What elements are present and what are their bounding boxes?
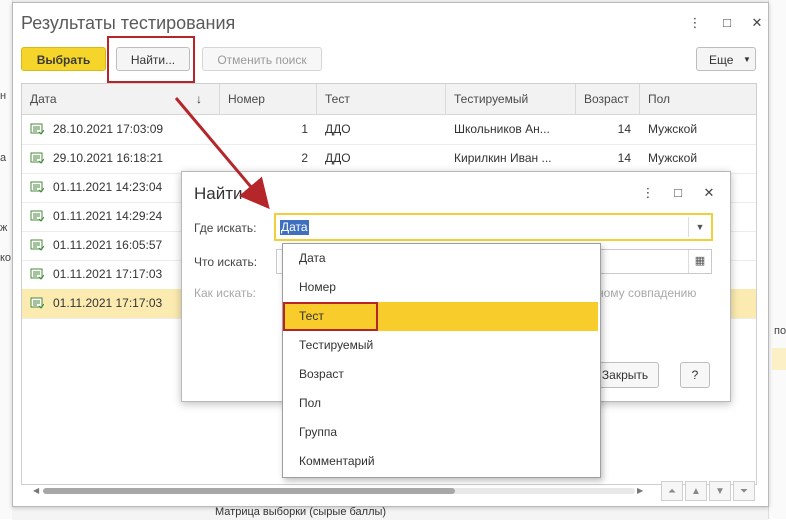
where-combobox[interactable]: Дата ▼	[274, 213, 713, 241]
cell-test: ДДО	[325, 122, 351, 136]
dropdown-item[interactable]: Комментарий	[283, 447, 598, 476]
background-fragment: а	[0, 152, 7, 164]
table-row[interactable]: 29.10.2021 16:18:21 2 ДДО Кирилкин Иван …	[22, 144, 756, 174]
how-option[interactable]: ному совпадению	[597, 286, 696, 300]
dialog-title: Найти	[194, 184, 243, 203]
calendar-icon[interactable]: ▦	[688, 250, 711, 273]
dropdown-item[interactable]: Возраст	[283, 360, 598, 389]
column-header-person[interactable]: Тестируемый	[446, 84, 576, 114]
cell-gender: Мужской	[648, 122, 698, 136]
dropdown-item[interactable]: Тестируемый	[283, 331, 598, 360]
background-bottom-bar	[12, 505, 768, 520]
first-page-icon[interactable]: ⏶	[661, 481, 683, 501]
chevron-down-icon: ▼	[743, 55, 751, 64]
close-button[interactable]: Закрыть	[591, 362, 659, 388]
cell-number: 2	[301, 151, 308, 165]
table-row[interactable]: 28.10.2021 17:03:09 1 ДДО Школьников Ан.…	[22, 115, 756, 145]
column-header-gender[interactable]: Пол	[640, 84, 756, 114]
background-fragment: н	[0, 90, 7, 102]
more-button[interactable]: Еще ▼	[696, 47, 756, 71]
annotation-box-find-button	[107, 36, 195, 83]
page-up-icon[interactable]: ▲	[685, 481, 707, 501]
cell-date: 01.11.2021 14:29:24	[53, 209, 163, 223]
more-actions-icon[interactable]: ⋮	[687, 15, 703, 31]
column-header-number[interactable]: Номер	[220, 84, 317, 114]
document-icon	[30, 123, 44, 135]
what-label: Что искать:	[194, 255, 258, 269]
cell-date: 28.10.2021 17:03:09	[53, 122, 164, 136]
chevron-down-icon[interactable]: ▼	[688, 217, 711, 237]
cell-date: 01.11.2021 14:23:04	[53, 180, 163, 194]
column-header-age[interactable]: Возраст	[576, 84, 640, 114]
cell-age: 14	[617, 122, 631, 136]
page-down-icon[interactable]: ▼	[709, 481, 731, 501]
cancel-search-button[interactable]: Отменить поиск	[202, 47, 322, 71]
document-icon	[30, 181, 44, 193]
table-header: Дата ↓ Номер Тест Тестируемый Возраст По…	[22, 84, 756, 115]
maximize-icon[interactable]: □	[719, 15, 735, 31]
cell-date: 01.11.2021 17:17:03	[53, 267, 163, 281]
help-button[interactable]: ?	[680, 362, 710, 388]
background-fragment: пол	[774, 325, 786, 337]
dropdown-item[interactable]: Дата	[283, 244, 598, 273]
cell-person: Кирилкин Иван ...	[454, 151, 552, 165]
scroll-right-icon[interactable]: ▶	[637, 487, 643, 495]
cell-age: 14	[617, 151, 631, 165]
background-fragment: ж	[0, 222, 8, 234]
last-page-icon[interactable]: ⏷	[733, 481, 755, 501]
cell-gender: Мужской	[648, 151, 698, 165]
background-right-panel	[768, 0, 786, 519]
where-label: Где искать:	[194, 221, 257, 235]
background-selected-row	[772, 348, 786, 370]
cell-date: 01.11.2021 16:05:57	[53, 238, 163, 252]
document-icon	[30, 297, 44, 309]
window-title: Результаты тестирования	[21, 13, 236, 33]
annotation-box-test-item	[283, 302, 378, 331]
horizontal-scrollbar[interactable]: ◀ ▶	[33, 487, 645, 495]
column-header-date[interactable]: Дата	[22, 84, 220, 114]
how-label: Как искать:	[194, 286, 256, 300]
close-icon[interactable]: ✕	[749, 15, 765, 31]
dropdown-item[interactable]: Группа	[283, 418, 598, 447]
document-icon	[30, 210, 44, 222]
dropdown-item[interactable]: Номер	[283, 273, 598, 302]
sort-down-icon: ↓	[196, 92, 202, 106]
scrollbar-thumb[interactable]	[43, 488, 455, 494]
cell-test: ДДО	[325, 151, 351, 165]
cell-number: 1	[301, 122, 308, 136]
dialog-close-icon[interactable]: ✕	[701, 185, 717, 201]
more-button-label: Еще	[709, 53, 734, 67]
background-bottom-text: Матрица выборки (сырые баллы)	[215, 506, 387, 518]
dialog-more-icon[interactable]: ⋮	[640, 185, 656, 201]
dialog-maximize-icon[interactable]: □	[670, 185, 686, 201]
cell-date: 29.10.2021 16:18:21	[53, 151, 164, 165]
document-icon	[30, 268, 44, 280]
field-dropdown: Дата Номер Тест Тестируемый Возраст Пол …	[282, 243, 601, 478]
scroll-left-icon[interactable]: ◀	[33, 487, 39, 495]
cell-person: Школьников Ан...	[454, 122, 550, 136]
select-button[interactable]: Выбрать	[21, 47, 106, 71]
document-icon	[30, 152, 44, 164]
column-header-test[interactable]: Тест	[317, 84, 446, 114]
background-fragment: ко	[0, 252, 12, 264]
where-value: Дата	[280, 220, 309, 235]
dropdown-item[interactable]: Пол	[283, 389, 598, 418]
document-icon	[30, 239, 44, 251]
cell-date: 01.11.2021 17:17:03	[53, 296, 163, 310]
